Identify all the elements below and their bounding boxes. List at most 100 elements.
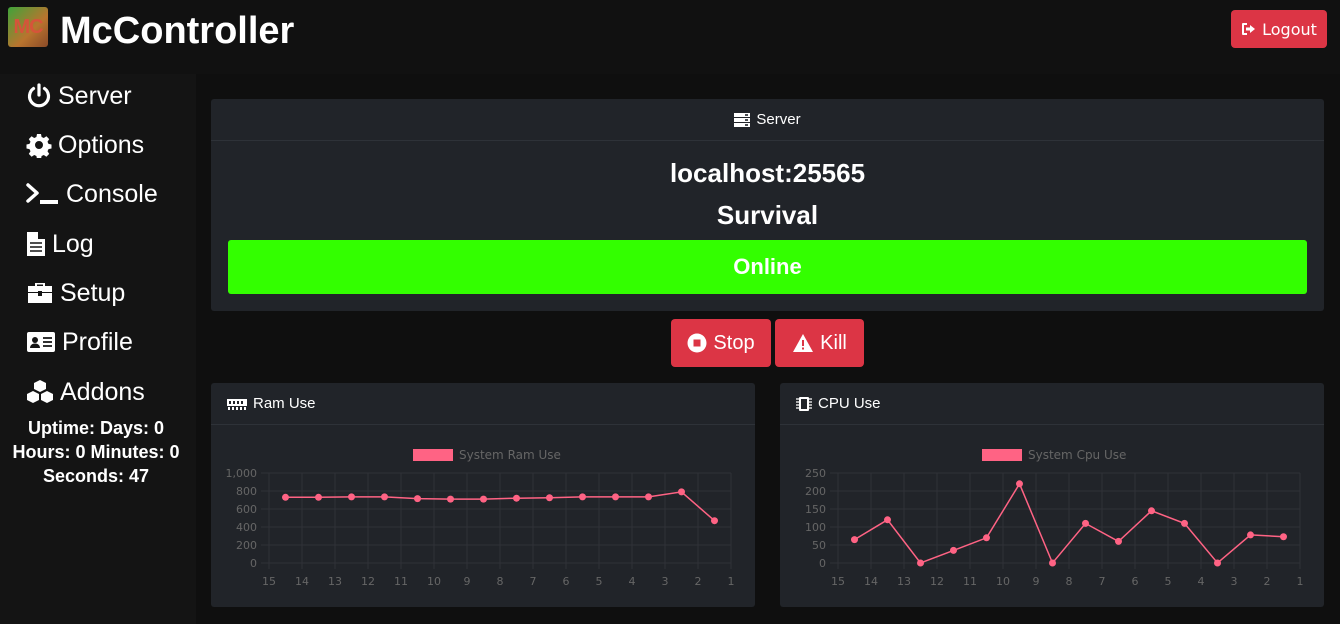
ram-chart-header: Ram Use — [211, 383, 755, 425]
x-tick-label: 5 — [1165, 575, 1172, 588]
legend-swatch — [982, 449, 1022, 461]
uptime-display: Uptime: Days: 0 Hours: 0 Minutes: 0 Seco… — [0, 416, 192, 488]
x-tick-label: 15 — [831, 575, 845, 588]
sidebar-item-console[interactable]: Console — [26, 176, 158, 212]
logout-label: Logout — [1262, 19, 1317, 39]
sidebar-item-label: Addons — [60, 377, 145, 406]
x-tick-label: 1 — [1297, 575, 1304, 588]
y-tick-label: 100 — [805, 521, 826, 534]
ram-chart-card: Ram Use System Ram Use 1,000 800 600 400 200 0… — [211, 383, 755, 607]
data-point — [917, 559, 924, 567]
y-tick-label: 200 — [236, 539, 257, 552]
x-tick-label: 4 — [629, 575, 636, 588]
sign-out-icon — [1242, 23, 1256, 35]
y-tick-label: 1,000 — [226, 467, 258, 480]
data-point — [678, 488, 685, 496]
x-tick-label: 7 — [530, 575, 537, 588]
data-point — [1049, 559, 1056, 567]
logout-button[interactable]: Logout — [1231, 10, 1327, 48]
data-point — [282, 493, 289, 501]
data-point — [480, 495, 487, 503]
data-point — [579, 493, 586, 501]
data-point — [447, 495, 454, 503]
x-tick-label: 2 — [695, 575, 702, 588]
app-logo[interactable]: MC — [8, 7, 48, 47]
y-tick-label: 800 — [236, 485, 257, 498]
power-icon — [27, 83, 51, 108]
x-tick-label: 15 — [262, 575, 276, 588]
x-tick-label: 10 — [427, 575, 441, 588]
x-tick-label: 14 — [864, 575, 878, 588]
uptime-hours-minutes: Hours: 0 Minutes: 0 — [12, 442, 180, 462]
file-icon — [27, 232, 45, 256]
app-title[interactable]: McController — [60, 10, 294, 53]
server-address: localhost:25565 — [669, 158, 866, 188]
data-point — [884, 516, 891, 524]
y-tick-label: 50 — [812, 539, 826, 552]
x-tick-label: 14 — [295, 575, 309, 588]
x-tick-label: 6 — [563, 575, 570, 588]
cpu-chart-card: CPU Use System Cpu Use 250 200 150 100 50 0 15 1… — [780, 383, 1324, 607]
sidebar-item-label: Options — [58, 130, 145, 159]
status-badge: Online — [228, 240, 1307, 294]
data-point — [414, 495, 421, 503]
x-tick-label: 10 — [996, 575, 1010, 588]
x-tick-label: 11 — [394, 575, 408, 588]
legend-label: System Ram Use — [459, 448, 561, 462]
data-point — [546, 494, 553, 502]
x-tick-label: 8 — [497, 575, 504, 588]
y-tick-label: 200 — [805, 485, 826, 498]
memory-icon — [227, 398, 247, 410]
data-point — [851, 536, 858, 544]
data-point — [1082, 519, 1089, 527]
x-tick-label: 4 — [1198, 575, 1205, 588]
uptime-days: Uptime: Days: 0 — [27, 418, 165, 438]
sidebar-item-label: Setup — [60, 278, 126, 307]
stop-button[interactable]: Stop — [671, 319, 771, 367]
x-tick-label: 11 — [963, 575, 977, 588]
y-tick-label: 150 — [805, 503, 826, 516]
sidebar-item-profile[interactable]: Profile — [26, 324, 133, 360]
sidebar-item-options[interactable]: Options — [26, 127, 144, 163]
data-point — [1115, 537, 1122, 545]
data-point — [983, 534, 990, 542]
x-tick-label: 13 — [897, 575, 911, 588]
sidebar-item-server[interactable]: Server — [26, 78, 132, 114]
data-point — [645, 493, 652, 501]
sidebar: Server Options Console Log Setup Profile… — [0, 74, 196, 624]
sidebar-item-log[interactable]: Log — [26, 226, 94, 262]
sidebar-item-label: Log — [52, 229, 94, 258]
cpu-line-chart: System Cpu Use25020015010050015 14 13 12 11 1… — [805, 448, 1304, 588]
x-tick-label: 2 — [1264, 575, 1271, 588]
microchip-icon — [796, 396, 812, 411]
x-tick-label: 13 — [328, 575, 342, 588]
x-tick-label: 3 — [1231, 575, 1238, 588]
x-tick-label: 6 — [1132, 575, 1139, 588]
data-point — [315, 493, 322, 501]
server-card: Server localhost:25565 Survival Online — [211, 99, 1324, 311]
y-tick-label: 250 — [805, 467, 826, 480]
legend-label: System Cpu Use — [1028, 448, 1126, 462]
sidebar-item-setup[interactable]: Setup — [26, 275, 125, 311]
x-tick-label: 5 — [596, 575, 603, 588]
sidebar-item-addons[interactable]: Addons — [26, 374, 145, 410]
data-point — [711, 517, 718, 525]
y-tick-label: 600 — [236, 503, 257, 516]
x-tick-label: 12 — [361, 575, 375, 588]
server-card-header: Server — [211, 99, 1324, 141]
x-tick-label: 12 — [930, 575, 944, 588]
stop-circle-icon — [687, 333, 707, 353]
briefcase-icon — [28, 283, 52, 303]
sidebar-item-label: Console — [66, 179, 158, 208]
y-tick-label: 0 — [250, 557, 257, 570]
sidebar-item-label: Server — [58, 81, 132, 110]
data-point — [1181, 519, 1188, 527]
x-tick-label: 8 — [1066, 575, 1073, 588]
y-tick-label: 400 — [236, 521, 257, 534]
x-tick-label: 9 — [1033, 575, 1040, 588]
terminal-icon — [26, 183, 58, 204]
server-world: Survival — [716, 200, 819, 230]
kill-button[interactable]: Kill — [775, 319, 864, 367]
data-point — [1247, 531, 1254, 539]
ram-chart-title: Ram Use — [253, 395, 316, 412]
